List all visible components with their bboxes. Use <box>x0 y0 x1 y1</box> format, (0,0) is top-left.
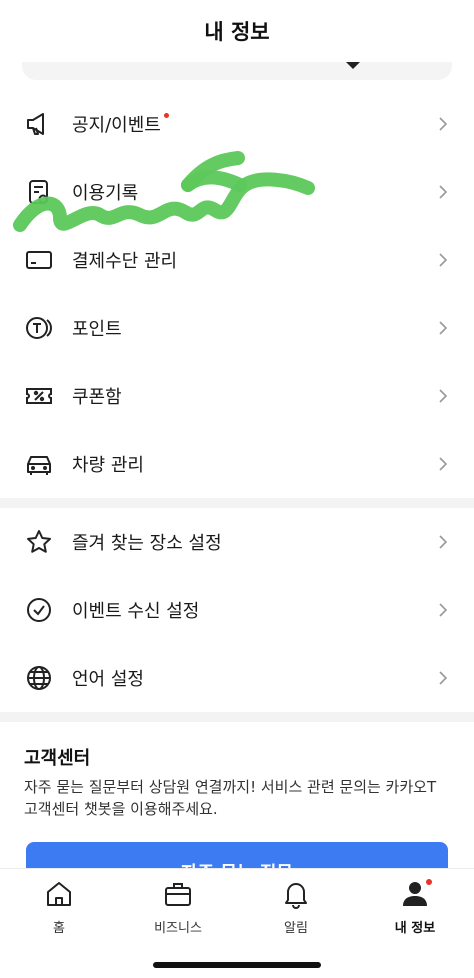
briefcase-icon <box>163 879 193 909</box>
credit-card-icon <box>24 245 54 275</box>
star-icon <box>24 527 54 557</box>
megaphone-icon <box>24 109 54 139</box>
new-badge-dot <box>426 879 432 885</box>
menu-list-2: 즐겨 찾는 장소 설정 이벤트 수신 설정 언어 설정 <box>0 508 474 712</box>
coupon-icon <box>24 381 54 411</box>
menu-item-event-notification-settings[interactable]: 이벤트 수신 설정 <box>0 576 474 644</box>
point-coin-icon <box>24 313 54 343</box>
menu-item-language-settings[interactable]: 언어 설정 <box>0 644 474 712</box>
customer-center-title: 고객센터 <box>24 748 91 769</box>
menu-item-label: 언어 설정 <box>72 669 144 690</box>
tab-label: 비즈니스 <box>154 921 202 936</box>
receipt-icon <box>24 177 54 207</box>
menu-item-label: 이벤트 수신 설정 <box>72 601 200 622</box>
chevron-right-icon <box>439 253 448 267</box>
car-icon <box>24 449 54 479</box>
tab-my-info[interactable]: 내 정보 <box>370 879 460 939</box>
menu-item-label: 이용기록 <box>72 183 139 204</box>
chevron-right-icon <box>439 535 448 549</box>
tab-label: 홈 <box>53 921 65 936</box>
chevron-right-icon <box>439 321 448 335</box>
menu-item-label: 쿠폰함 <box>72 387 122 408</box>
header-bar: 내 정보 <box>0 0 474 62</box>
menu-item-coupons[interactable]: 쿠폰함 <box>0 362 474 430</box>
check-circle-icon <box>24 595 54 625</box>
chevron-right-icon <box>439 389 448 403</box>
menu-item-payment-methods[interactable]: 결제수단 관리 <box>0 226 474 294</box>
menu-list-1: 공지/이벤트 이용기록 결제수단 관리 포인트 쿠폰함 차량 관리 <box>0 90 474 498</box>
menu-item-label: 공지/이벤트 <box>72 111 169 137</box>
tab-label: 알림 <box>284 921 308 936</box>
chevron-right-icon <box>439 603 448 617</box>
chevron-right-icon <box>439 185 448 199</box>
menu-item-notice-event[interactable]: 공지/이벤트 <box>0 90 474 158</box>
menu-item-label: 포인트 <box>72 319 122 340</box>
tab-notifications[interactable]: 알림 <box>251 879 341 939</box>
home-indicator[interactable] <box>153 962 321 968</box>
page-title: 내 정보 <box>204 20 270 44</box>
chevron-right-icon <box>439 117 448 131</box>
menu-item-label: 즐겨 찾는 장소 설정 <box>72 533 222 554</box>
menu-item-favorite-places[interactable]: 즐겨 찾는 장소 설정 <box>0 508 474 576</box>
tab-label: 내 정보 <box>394 921 436 936</box>
home-icon <box>44 879 74 909</box>
globe-icon <box>24 663 54 693</box>
menu-item-vehicle-management[interactable]: 차량 관리 <box>0 430 474 498</box>
dropdown-triangle-icon <box>346 62 360 69</box>
menu-item-usage-history[interactable]: 이용기록 <box>0 158 474 226</box>
bottom-tab-bar: 홈 비즈니스 알림 내 정보 <box>0 868 474 978</box>
section-divider <box>0 712 474 722</box>
menu-item-label: 차량 관리 <box>72 455 144 476</box>
customer-center-description: 자주 묻는 질문부터 상담원 연결까지! 서비스 관련 문의는 카카오T 고객센… <box>24 778 437 818</box>
tab-business[interactable]: 비즈니스 <box>133 879 223 939</box>
menu-item-label: 결제수단 관리 <box>72 251 178 272</box>
person-icon <box>400 879 432 909</box>
new-badge-dot <box>163 113 169 118</box>
section-divider <box>0 498 474 508</box>
tab-home[interactable]: 홈 <box>14 879 104 939</box>
chevron-right-icon <box>439 671 448 685</box>
bell-icon <box>281 879 311 909</box>
chevron-right-icon <box>439 457 448 471</box>
menu-item-points[interactable]: 포인트 <box>0 294 474 362</box>
profile-card-bottom <box>22 62 452 80</box>
